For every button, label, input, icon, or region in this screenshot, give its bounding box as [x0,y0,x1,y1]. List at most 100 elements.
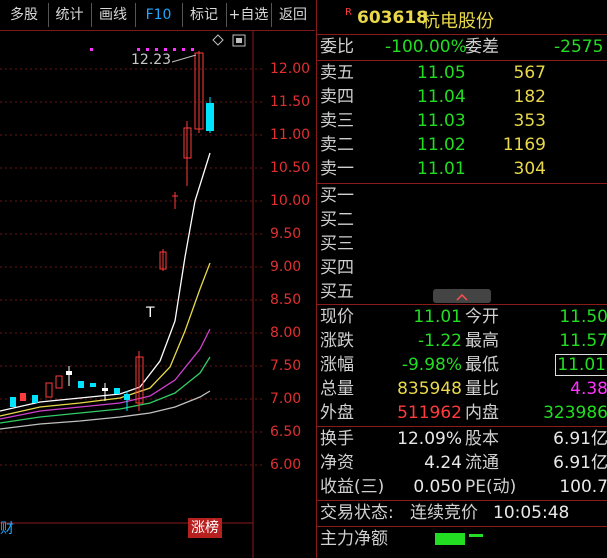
ask-label: 卖二 [320,135,354,155]
stat-label: 总量 [320,379,354,399]
fund-row-eps: 收益(三) 0.050 PE(动) 100.7 [317,476,607,499]
ask-price: 11.01 [417,159,466,179]
candlestick-chart[interactable]: 12.23 T 12.00 11.50 11.00 10.50 10.00 9.… [0,31,315,558]
weicha-value: -2575 [554,37,604,57]
bid-row-3[interactable]: 买三 [317,233,607,256]
net-flow-bar [435,533,465,545]
fund-label: 净资 [320,453,354,473]
stat-label: 今开 [465,307,499,327]
ask-price: 11.05 [417,63,466,83]
stat-label: 涨跌 [320,331,354,351]
ma-line-white [0,152,211,412]
chart-bottom-left-label: 财 [0,521,14,537]
weibi-value: -100.00% [385,37,467,57]
price-tick: 9.00 [270,259,302,275]
low-price: 11.01 [555,354,607,376]
signal-dots [90,48,194,51]
stat-label: 最高 [465,331,499,351]
margin-badge: R [345,7,352,18]
ask-price: 11.02 [417,135,466,155]
stock-name: 杭电股份 [422,11,494,32]
price-tick: 11.50 [270,94,311,110]
weibi-label: 委比 [320,37,354,57]
stat-label: 外盘 [320,403,354,423]
stat-label: 量比 [465,379,499,399]
ask-row-5[interactable]: 卖五 11.05 567 [317,62,607,85]
price-tick: 10.50 [270,160,311,176]
stock-code: 603618 [357,8,428,28]
price-tick: 7.00 [270,391,302,407]
high-price: 11.57 [559,331,607,351]
chart-high-label: 12.23 [131,52,172,68]
open-price: 11.50 [559,307,607,327]
toolbar-mark-button[interactable]: 标记 [182,3,227,27]
price-tick: 9.50 [270,226,302,242]
current-price: 11.01 [413,307,462,327]
limit-list-badge[interactable]: 涨榜 [188,518,222,538]
ask-row-4[interactable]: 卖四 11.04 182 [317,86,607,109]
ask-row-2[interactable]: 卖二 11.02 1169 [317,134,607,157]
pe-ratio: 100.7 [559,477,607,497]
ask-volume: 567 [513,63,546,83]
stats-row-volume: 总量 835948 量比 4.38 [317,378,607,401]
volume-ratio: 4.38 [570,379,607,399]
fund-label: 换手 [320,429,354,449]
toolbar: 多股 统计 画线 F10 标记 +自选 返回 [0,0,315,31]
total-volume: 835948 [397,379,462,399]
ask-row-1[interactable]: 卖一 11.01 304 [317,158,607,181]
fund-label: PE(动) [465,477,517,497]
candles-rally [159,51,214,271]
stats-row-price: 现价 11.01 今开 11.50 [317,306,607,329]
net-flow-row[interactable]: 主力净额 [317,528,607,551]
bid-label: 买三 [320,234,354,254]
toolbar-f10-button[interactable]: F10 [135,3,183,27]
stats-row-pct: 涨幅 -9.98% 最低 11.01 [317,354,607,377]
weicha-label: 委差 [465,37,499,57]
fund-label: 股本 [465,429,499,449]
price-tick: 8.50 [270,292,302,308]
quote-panel: R 603618 杭电股份 委比 -100.00% 委差 -2575 卖五 11… [316,0,607,558]
float-shares: 6.91亿 [553,453,607,473]
ask-row-3[interactable]: 卖三 11.03 353 [317,110,607,133]
turnover: 12.09% [397,429,462,449]
bid-label: 买四 [320,258,354,278]
ask-label: 卖四 [320,87,354,107]
toolbar-multi-stock-button[interactable]: 多股 [0,3,49,27]
bid-row-1[interactable]: 买一 [317,185,607,208]
chart-t-marker: T [146,305,155,321]
stat-label: 现价 [320,307,354,327]
ask-volume: 353 [513,111,546,131]
bid-label: 买二 [320,210,354,230]
ask-label: 卖五 [320,63,354,83]
ask-price: 11.03 [417,111,466,131]
ask-volume: 304 [513,159,546,179]
chevron-up-icon [456,293,468,301]
toolbar-stats-button[interactable]: 统计 [48,3,92,27]
bid-row-2[interactable]: 买二 [317,209,607,232]
toolbar-add-watchlist-button[interactable]: +自选 [226,3,272,27]
collapse-button[interactable] [433,289,491,303]
toolbar-back-button[interactable]: 返回 [271,3,315,27]
inner-volume: 323986 [543,403,607,423]
stat-label: 最低 [465,355,499,375]
ask-volume: 182 [513,87,546,107]
ask-price: 11.04 [417,87,466,107]
toolbar-draw-button[interactable]: 画线 [91,3,136,27]
price-tick: 6.50 [270,424,302,440]
bid-row-4[interactable]: 买四 [317,257,607,280]
trade-status-row: 交易状态: 连续竞价 10:05:48 [317,502,607,525]
stat-label: 涨幅 [320,355,354,375]
price-tick: 8.00 [270,325,302,341]
price-tick: 12.00 [270,61,311,77]
price-tick: 7.50 [270,358,302,374]
ask-volume: 1169 [502,135,546,155]
bid-label: 买五 [320,282,354,302]
total-shares: 6.91亿 [553,429,607,449]
trade-status-value: 连续竞价 [410,503,478,523]
bid-label: 买一 [320,186,354,206]
fund-row-netasset: 净资 4.24 流通 6.91亿 [317,452,607,475]
price-tick: 11.00 [270,127,311,143]
outer-volume: 511962 [397,403,462,423]
fund-row-turnover: 换手 12.09% 股本 6.91亿 [317,428,607,451]
eps: 0.050 [413,477,462,497]
